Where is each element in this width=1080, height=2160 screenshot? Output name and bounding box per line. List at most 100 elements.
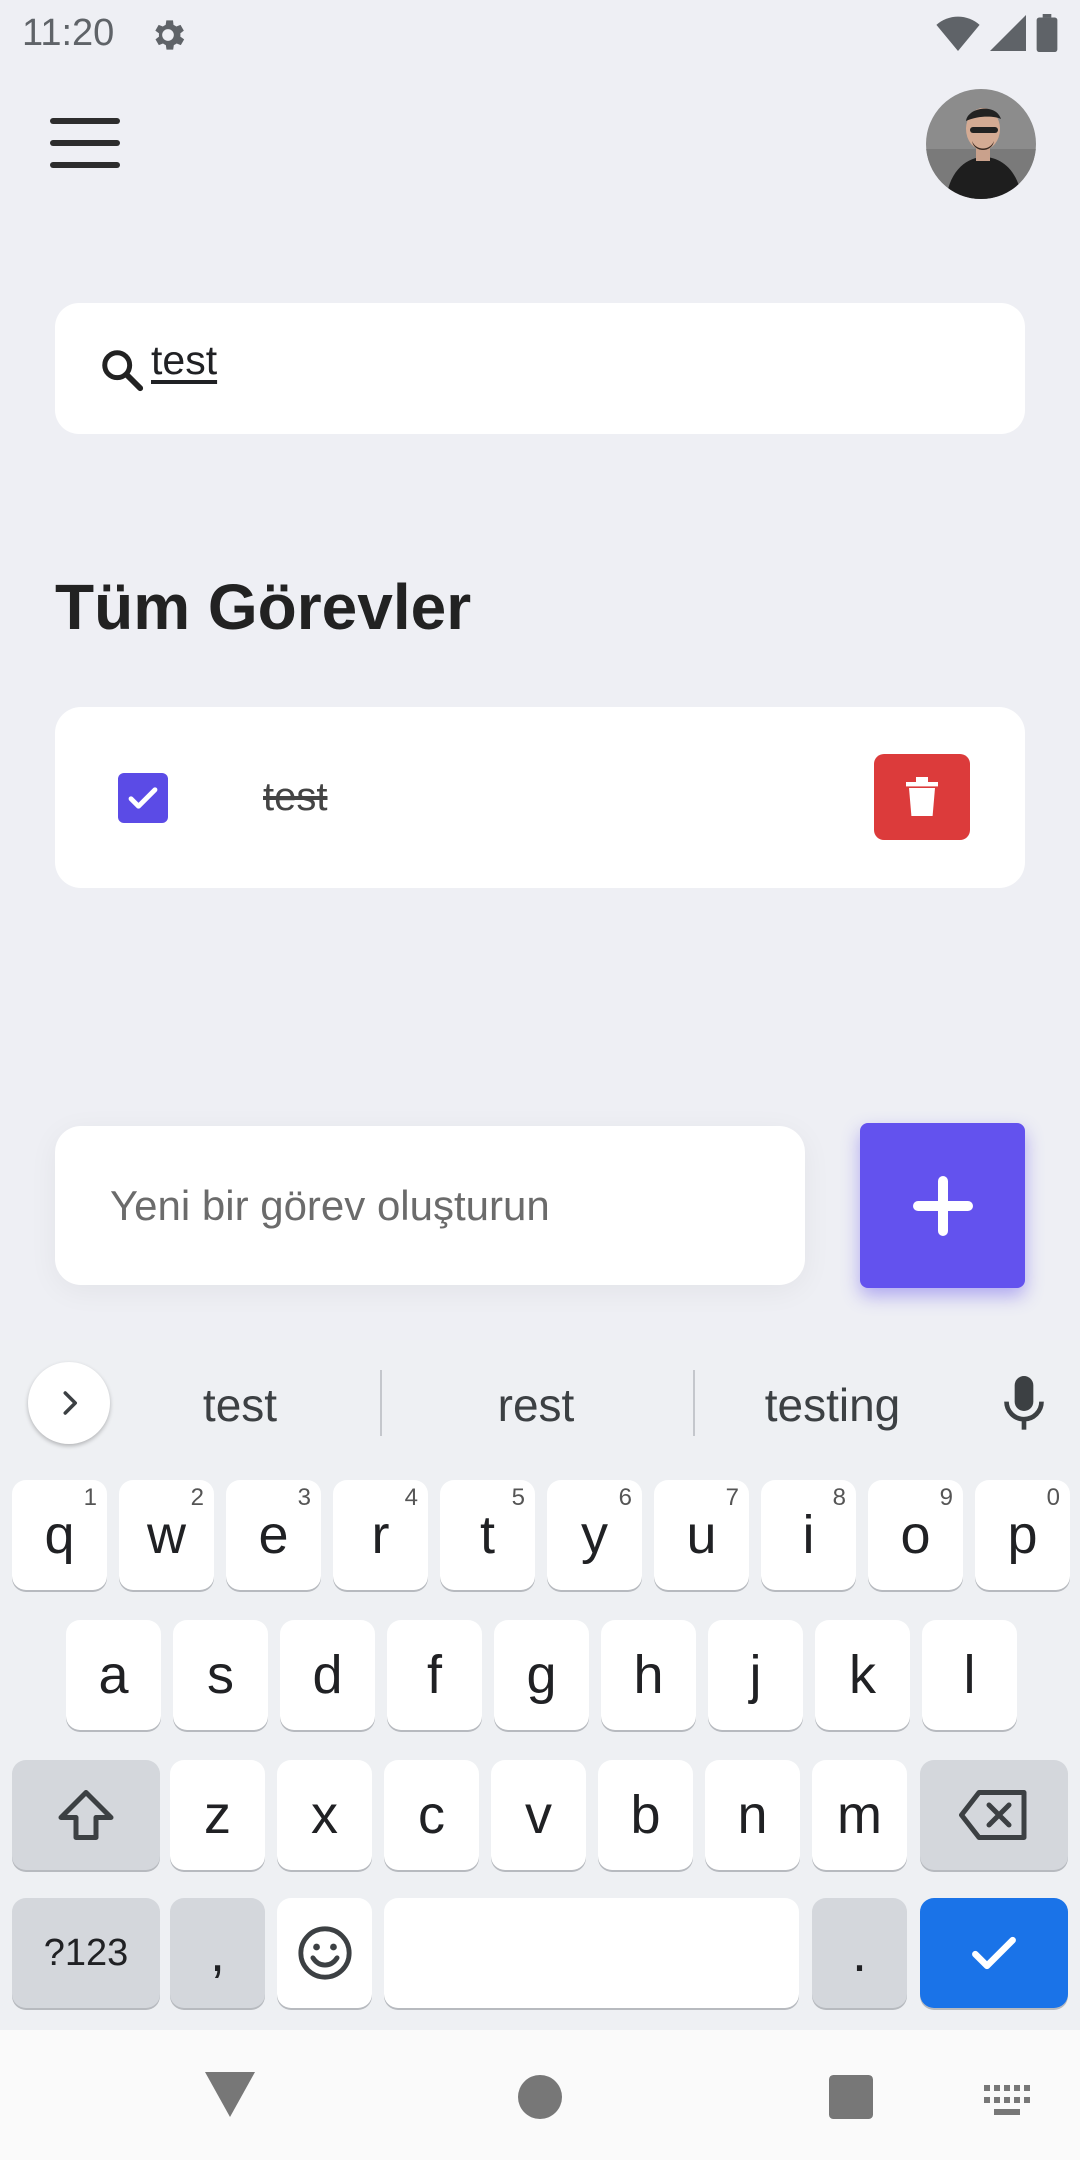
soft-keyboard: test rest testing q1w2e3r4t5y6u7i8o9p0as… xyxy=(0,1340,1080,2030)
key-v[interactable]: v xyxy=(491,1760,586,1870)
comma-key[interactable]: , xyxy=(170,1898,265,2008)
checkmark-icon xyxy=(972,1936,1016,1970)
key-e-label: e xyxy=(258,1505,289,1565)
status-bar: 11:20 xyxy=(0,0,1080,66)
wifi-icon xyxy=(936,16,980,51)
key-hint: 4 xyxy=(404,1484,418,1511)
period-key-label: . xyxy=(851,1923,867,1983)
keyboard-switch-icon[interactable] xyxy=(984,2085,1030,2115)
key-x-label: x xyxy=(311,1785,338,1845)
key-k[interactable]: k xyxy=(815,1620,910,1730)
key-q-label: q xyxy=(44,1505,75,1565)
key-i-label: i xyxy=(802,1505,815,1565)
search-bar[interactable]: test xyxy=(55,303,1025,434)
recents-icon[interactable] xyxy=(829,2075,873,2119)
delete-task-button[interactable] xyxy=(874,754,970,840)
back-icon[interactable] xyxy=(205,2072,255,2117)
key-hint: 2 xyxy=(190,1484,204,1511)
key-u-label: u xyxy=(686,1505,717,1565)
key-b-label: b xyxy=(630,1785,661,1845)
add-task-button[interactable] xyxy=(860,1123,1025,1288)
key-d[interactable]: d xyxy=(280,1620,375,1730)
key-hint: 8 xyxy=(832,1484,846,1511)
key-h[interactable]: h xyxy=(601,1620,696,1730)
key-y-label: y xyxy=(581,1505,608,1565)
key-t[interactable]: t5 xyxy=(440,1480,535,1590)
plus-icon xyxy=(912,1175,973,1236)
key-p[interactable]: p0 xyxy=(975,1480,1070,1590)
shift-key[interactable] xyxy=(12,1760,160,1870)
key-e[interactable]: e3 xyxy=(226,1480,321,1590)
microphone-icon[interactable] xyxy=(1000,1376,1048,1432)
key-a[interactable]: a xyxy=(66,1620,161,1730)
key-hint: 0 xyxy=(1046,1484,1060,1511)
key-c-label: c xyxy=(418,1785,445,1845)
key-l[interactable]: l xyxy=(922,1620,1017,1730)
suggestion-3[interactable]: testing xyxy=(730,1378,935,1432)
key-z[interactable]: z xyxy=(170,1760,265,1870)
search-icon xyxy=(102,350,144,392)
key-o-label: o xyxy=(900,1505,931,1565)
key-hint: 5 xyxy=(511,1484,525,1511)
key-r[interactable]: r4 xyxy=(333,1480,428,1590)
key-u[interactable]: u7 xyxy=(654,1480,749,1590)
new-task-placeholder: Yeni bir görev oluşturun xyxy=(110,1182,550,1229)
key-hint: 6 xyxy=(618,1484,632,1511)
expand-toolbar-button[interactable] xyxy=(28,1362,110,1444)
key-f-label: f xyxy=(426,1645,442,1705)
key-hint: 9 xyxy=(939,1484,953,1511)
key-j[interactable]: j xyxy=(708,1620,803,1730)
suggestion-divider xyxy=(380,1370,382,1436)
top-app-bar xyxy=(0,66,1080,216)
suggestion-strip: test rest testing xyxy=(0,1340,1080,1465)
key-s-label: s xyxy=(207,1645,234,1705)
suggestion-divider xyxy=(693,1370,695,1436)
task-item: test xyxy=(55,707,1025,888)
key-h-label: h xyxy=(633,1645,664,1705)
section-title: Tüm Görevler xyxy=(55,571,472,643)
key-z-label: z xyxy=(204,1785,231,1845)
key-o[interactable]: o9 xyxy=(868,1480,963,1590)
done-key[interactable] xyxy=(920,1898,1068,2008)
home-icon[interactable] xyxy=(518,2075,562,2119)
key-d-label: d xyxy=(312,1645,343,1705)
cell-signal-icon xyxy=(990,15,1026,51)
key-y[interactable]: y6 xyxy=(547,1480,642,1590)
settings-gear-icon xyxy=(155,20,185,50)
key-w[interactable]: w2 xyxy=(119,1480,214,1590)
space-key[interactable] xyxy=(384,1898,799,2008)
key-s[interactable]: s xyxy=(173,1620,268,1730)
key-g[interactable]: g xyxy=(494,1620,589,1730)
key-m-label: m xyxy=(837,1785,882,1845)
comma-key-label: , xyxy=(209,1923,225,1983)
backspace-icon xyxy=(959,1790,1027,1840)
user-avatar[interactable] xyxy=(926,89,1036,199)
navigation-bar xyxy=(0,2030,1080,2160)
backspace-key[interactable] xyxy=(920,1760,1068,1870)
key-c[interactable]: c xyxy=(384,1760,479,1870)
key-r-label: r xyxy=(371,1505,390,1565)
period-key[interactable]: . xyxy=(812,1898,907,2008)
key-hint: 1 xyxy=(83,1484,97,1511)
key-v-label: v xyxy=(525,1785,552,1845)
symbols-key[interactable]: ?123 xyxy=(12,1898,160,2008)
key-b[interactable]: b xyxy=(598,1760,693,1870)
key-i[interactable]: i8 xyxy=(761,1480,856,1590)
shift-icon xyxy=(58,1790,114,1840)
key-x[interactable]: x xyxy=(277,1760,372,1870)
suggestion-2[interactable]: rest xyxy=(436,1378,636,1432)
key-m[interactable]: m xyxy=(812,1760,907,1870)
key-j-label: j xyxy=(749,1645,762,1705)
emoji-key[interactable] xyxy=(277,1898,372,2008)
new-task-input[interactable]: Yeni bir görev oluşturun xyxy=(55,1126,805,1285)
key-q[interactable]: q1 xyxy=(12,1480,107,1590)
key-n[interactable]: n xyxy=(705,1760,800,1870)
task-checkbox[interactable] xyxy=(118,773,168,823)
suggestion-1[interactable]: test xyxy=(140,1378,340,1432)
key-f[interactable]: f xyxy=(387,1620,482,1730)
hamburger-menu-icon[interactable] xyxy=(50,118,120,168)
search-input[interactable]: test xyxy=(151,337,217,384)
key-hint: 3 xyxy=(297,1484,311,1511)
key-t-label: t xyxy=(479,1505,495,1565)
chevron-right-icon xyxy=(63,1391,77,1415)
